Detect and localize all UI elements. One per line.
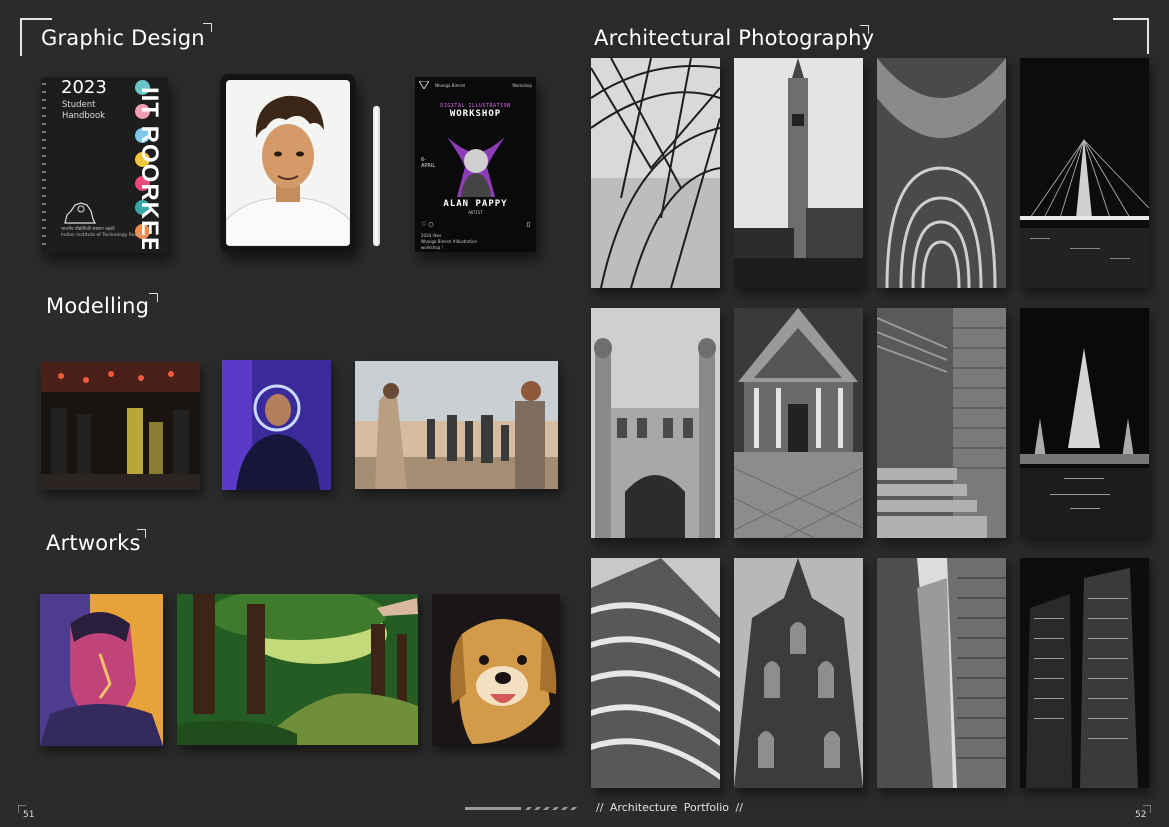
student-handbook-cover: 2023 Student Handbook IIT ROORKEE भारतीय… bbox=[41, 77, 168, 253]
poster-tag: Workshop bbox=[512, 83, 532, 88]
arch-photo-arches bbox=[877, 58, 1006, 288]
arch-photo-gothic-church bbox=[734, 558, 863, 788]
poster-account: Nhanga Bimrot bbox=[435, 83, 466, 88]
title-corner-mark bbox=[860, 25, 869, 34]
arch-photo-skyscrapers-up bbox=[877, 558, 1006, 788]
poster-title: WORKSHOP bbox=[449, 109, 502, 119]
handbook-year: 2023 bbox=[61, 77, 107, 98]
poster-date: 6- APRIL bbox=[421, 157, 436, 169]
arch-photo-lattice-dome bbox=[591, 58, 720, 288]
arch-photo-tower bbox=[734, 58, 863, 288]
graphic-design-title: Graphic Design bbox=[41, 26, 205, 50]
arch-photo-thai-temple bbox=[734, 308, 863, 538]
poster-logo-icon bbox=[419, 81, 429, 89]
handbook-footer: भारतीय प्रौद्योगिकी संस्थान रुड़की India… bbox=[61, 227, 161, 239]
arch-photo-night-towers bbox=[1020, 558, 1149, 788]
artworks-title: Artworks bbox=[46, 531, 141, 555]
artwork-forest-painting bbox=[177, 594, 418, 745]
corner-bracket-top-right bbox=[1113, 18, 1149, 54]
poster-likes: 2024 likes bbox=[421, 233, 442, 238]
digital-portrait bbox=[226, 80, 350, 246]
decorative-stripe-bar bbox=[465, 807, 577, 810]
spiral-binding bbox=[42, 83, 46, 245]
arch-photo-night-bridge bbox=[1020, 58, 1149, 288]
handbook-footer-english: Indian Institute of Technology Roorkee bbox=[61, 233, 148, 238]
poster-artwork bbox=[447, 137, 505, 197]
tablet-mockup bbox=[220, 74, 356, 252]
architectural-photography-title: Architectural Photography bbox=[594, 26, 875, 50]
poster-caption: Nhanga Bimrot #illustration bbox=[421, 239, 478, 244]
page-number-left: 51 bbox=[23, 810, 35, 820]
modelling-photo-stage bbox=[41, 362, 200, 490]
title-corner-mark bbox=[149, 293, 158, 302]
arch-photo-curved-balconies bbox=[591, 558, 720, 788]
handbook-subtitle: Student Handbook bbox=[62, 100, 106, 121]
workshop-poster: Nhanga Bimrot Workshop DIGITAL ILLUSTRAT… bbox=[415, 77, 536, 252]
stylus-pencil bbox=[373, 106, 380, 246]
handbook-vertical-title: IIT ROORKEE bbox=[138, 87, 163, 249]
artwork-dog-painting bbox=[432, 594, 560, 746]
arch-photo-charminar bbox=[591, 308, 720, 538]
modelling-title: Modelling bbox=[46, 294, 150, 318]
heart-icon: ♡ ○ bbox=[421, 221, 434, 228]
poster-artist-name: ALAN PAPPY bbox=[443, 199, 508, 209]
bookmark-icon: ▯ bbox=[526, 221, 530, 228]
footer-portfolio-label: // Architecture Portfolio // bbox=[596, 801, 743, 814]
poster-caption-2: workshop ! bbox=[421, 245, 444, 250]
poster-role: ARTIST bbox=[468, 210, 483, 215]
artwork-portrait-painting bbox=[40, 594, 163, 746]
modelling-photo-runway bbox=[355, 361, 558, 489]
arch-photo-brick-stairs bbox=[877, 308, 1006, 538]
arch-photo-wat-arun-night bbox=[1020, 308, 1149, 538]
modelling-photo-portrait bbox=[222, 360, 331, 490]
title-corner-mark bbox=[203, 23, 212, 32]
lion-logo bbox=[64, 202, 96, 224]
page-number-right: 52 bbox=[1135, 810, 1147, 820]
svg-text:IIT ROORKEE: IIT ROORKEE bbox=[138, 87, 163, 249]
title-corner-mark bbox=[137, 529, 146, 538]
